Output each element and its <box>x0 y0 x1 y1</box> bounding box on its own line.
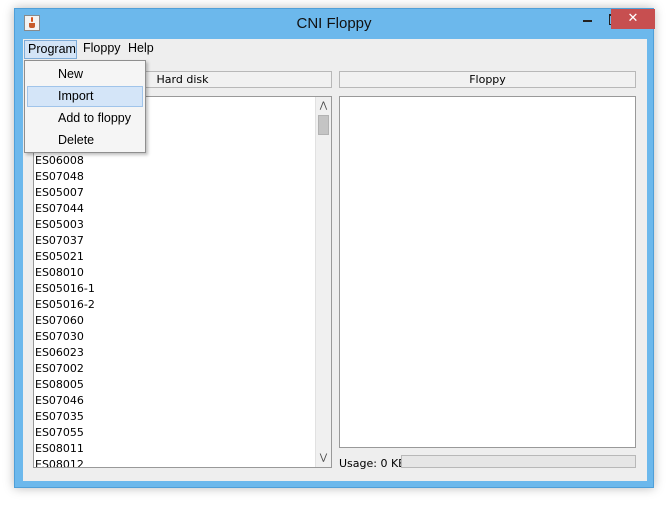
list-item[interactable]: ES07002 <box>34 361 84 377</box>
list-item[interactable]: ES08012 <box>34 457 84 467</box>
menu-item-new[interactable]: New <box>27 64 143 85</box>
window-title: CNI Floppy <box>296 15 372 32</box>
list-item[interactable]: ES07035 <box>34 409 84 425</box>
program-menu-dropdown: New Import Add to floppy Delete <box>24 60 146 153</box>
list-item[interactable]: ES07055 <box>34 425 84 441</box>
list-item[interactable]: ES07037 <box>34 233 84 249</box>
minimize-button[interactable] <box>575 9 601 29</box>
list-item[interactable]: ES05021 <box>34 249 84 265</box>
list-item[interactable]: ES08010 <box>34 265 84 281</box>
menu-item-import[interactable]: Import <box>27 86 143 107</box>
list-item[interactable]: ES06008 <box>34 153 84 169</box>
menu-bar: Program Floppy Help <box>23 39 647 60</box>
app-window: CNI Floppy ✕ Program Floppy Help Hard di… <box>14 8 655 488</box>
list-item[interactable]: ES05007 <box>34 185 84 201</box>
list-item[interactable]: ES05016-1 <box>34 281 95 297</box>
menu-help[interactable]: Help <box>125 40 157 59</box>
list-item[interactable]: ES07030 <box>34 329 84 345</box>
hard-disk-scrollbar[interactable]: ⋀ ⋁ <box>315 97 331 467</box>
list-item[interactable]: ES07046 <box>34 393 84 409</box>
list-item[interactable]: ES05016-2 <box>34 297 95 313</box>
close-icon: ✕ <box>627 11 639 26</box>
menu-item-delete[interactable]: Delete <box>27 130 143 151</box>
list-item[interactable]: ES06023 <box>34 345 84 361</box>
scroll-down-icon[interactable]: ⋁ <box>316 451 331 465</box>
list-item[interactable]: ES07044 <box>34 201 84 217</box>
list-item[interactable]: ES08005 <box>34 377 84 393</box>
menu-item-add-to-floppy[interactable]: Add to floppy <box>27 108 143 129</box>
close-button[interactable]: ✕ <box>611 9 655 29</box>
floppy-list[interactable] <box>339 96 636 448</box>
list-item[interactable]: ES07060 <box>34 313 84 329</box>
title-bar[interactable]: CNI Floppy ✕ <box>15 9 655 39</box>
list-item[interactable]: ES08011 <box>34 441 84 457</box>
scroll-thumb[interactable] <box>318 115 329 135</box>
list-item[interactable]: ES05003 <box>34 217 84 233</box>
scroll-up-icon[interactable]: ⋀ <box>316 99 331 113</box>
menu-floppy[interactable]: Floppy <box>80 40 124 59</box>
list-item[interactable]: ES07048 <box>34 169 84 185</box>
floppy-header[interactable]: Floppy <box>339 71 636 88</box>
client-area: Program Floppy Help Hard disk Floppy ES0… <box>23 39 647 481</box>
usage-label: Usage: 0 KB <box>339 457 406 470</box>
menu-program[interactable]: Program <box>24 40 77 59</box>
usage-bar <box>401 455 636 468</box>
